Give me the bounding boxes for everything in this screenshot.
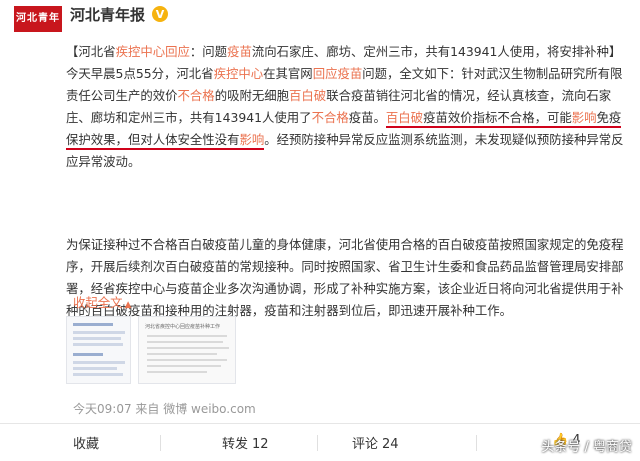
post-header: 河北青年报 河北青年报 V	[0, 0, 640, 50]
attached-image-2[interactable]: 河北省疾控中心回应疫苗补种工作	[138, 316, 236, 384]
text-segment: 的吸附无细胞	[214, 88, 290, 103]
doc-line	[147, 335, 227, 337]
image-line	[73, 323, 113, 326]
collapse-label: 收起全文	[73, 295, 123, 310]
divider	[160, 435, 161, 451]
doc-line	[147, 359, 227, 361]
doc-line	[147, 371, 207, 373]
text-segment: 疫苗效价指标不合格，可能	[423, 110, 572, 125]
doc-title: 河北省疾控中心回应疫苗补种工作	[145, 324, 221, 330]
collect-label: 收藏	[73, 437, 100, 452]
account-name[interactable]: 河北青年报	[70, 4, 145, 25]
keyword-link[interactable]: 影响	[239, 132, 264, 147]
comment-label: 评论	[352, 437, 379, 452]
post-paragraph-2: 为保证接种过不合格百白破疫苗儿童的身体健康，河北省使用合格的百白破疫苗按照国家规…	[66, 237, 624, 318]
doc-line	[147, 341, 223, 343]
topic-link[interactable]: 疾控中心回应	[116, 44, 190, 59]
image-line	[73, 353, 103, 356]
post-meta: 今天09:07 来自 微博 weibo.com	[73, 402, 256, 416]
collect-button[interactable]: 收藏	[73, 433, 99, 452]
doc-line	[147, 353, 217, 355]
text-segment: ：问题	[189, 44, 228, 59]
verify-icon: V	[152, 6, 168, 22]
image-line	[73, 337, 121, 340]
keyword-link[interactable]: 回应疫苗	[313, 66, 363, 81]
svg-text:V: V	[156, 8, 165, 21]
image-line	[73, 373, 123, 376]
text-segment: 【河北省	[66, 44, 116, 59]
doc-line	[147, 365, 221, 367]
keyword-link[interactable]: 疾控中心	[214, 66, 264, 81]
repost-count: 12	[252, 437, 269, 452]
repost-button[interactable]: 转发 12	[222, 433, 269, 452]
keyword-link[interactable]: 不合格	[178, 88, 215, 103]
watermark: 头条号 / 粤商贷	[541, 440, 632, 455]
keyword-link[interactable]: 百白破	[386, 110, 423, 125]
keyword-link[interactable]: 不合格	[312, 110, 349, 125]
image-line	[73, 361, 125, 364]
collapse-full-text-link[interactable]: 收起全文 ▲	[73, 293, 131, 311]
image-line	[73, 367, 117, 370]
text-segment: 疫苗。	[348, 110, 386, 125]
chevron-up-icon: ▲	[124, 300, 132, 310]
keyword-link[interactable]: 百白破	[289, 88, 326, 103]
post-body: 【河北省疾控中心回应：问题疫苗流向石家庄、廊坊、定州三市，共有143941人使用…	[66, 41, 632, 322]
comment-count: 24	[382, 437, 399, 452]
repost-label: 转发	[222, 437, 249, 452]
post-paragraph-1: 【河北省疾控中心回应：问题疫苗流向石家庄、廊坊、定州三市，共有143941人使用…	[66, 41, 632, 195]
keyword-link[interactable]: 疫苗	[227, 44, 252, 59]
image-line	[73, 331, 125, 334]
avatar[interactable]: 河北青年报	[14, 6, 62, 50]
divider	[317, 435, 318, 451]
divider	[476, 435, 477, 451]
text-segment: 在其官网	[263, 66, 313, 81]
comment-button[interactable]: 评论 24	[352, 433, 399, 452]
attached-image-1[interactable]	[66, 316, 131, 384]
image-line	[73, 343, 123, 346]
keyword-link[interactable]: 影响	[572, 110, 597, 125]
doc-line	[147, 347, 229, 349]
